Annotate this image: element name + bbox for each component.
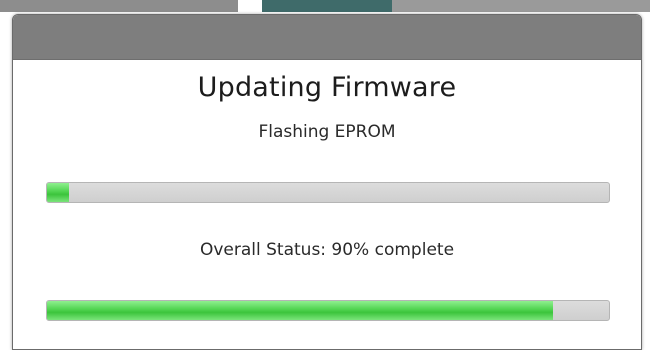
overall-status-label: Overall Status: 90% complete: [199, 240, 455, 260]
background-strip: [262, 0, 392, 12]
step-progress-fill: [47, 183, 70, 202]
dialog-title: Updating Firmware: [197, 72, 457, 103]
firmware-update-dialog: Updating Firmware Flashing EPROM Overall…: [12, 14, 642, 350]
overall-progress-fill: [47, 301, 553, 320]
current-step-label: Flashing EPROM: [258, 122, 396, 142]
dialog-titlebar[interactable]: [13, 15, 641, 60]
background-strip: [0, 0, 238, 12]
dialog-content: Updating Firmware Flashing EPROM Overall…: [13, 60, 641, 349]
step-progress-bar: [46, 182, 610, 203]
overall-progress-bar: [46, 300, 610, 321]
background-strip: [392, 0, 650, 12]
